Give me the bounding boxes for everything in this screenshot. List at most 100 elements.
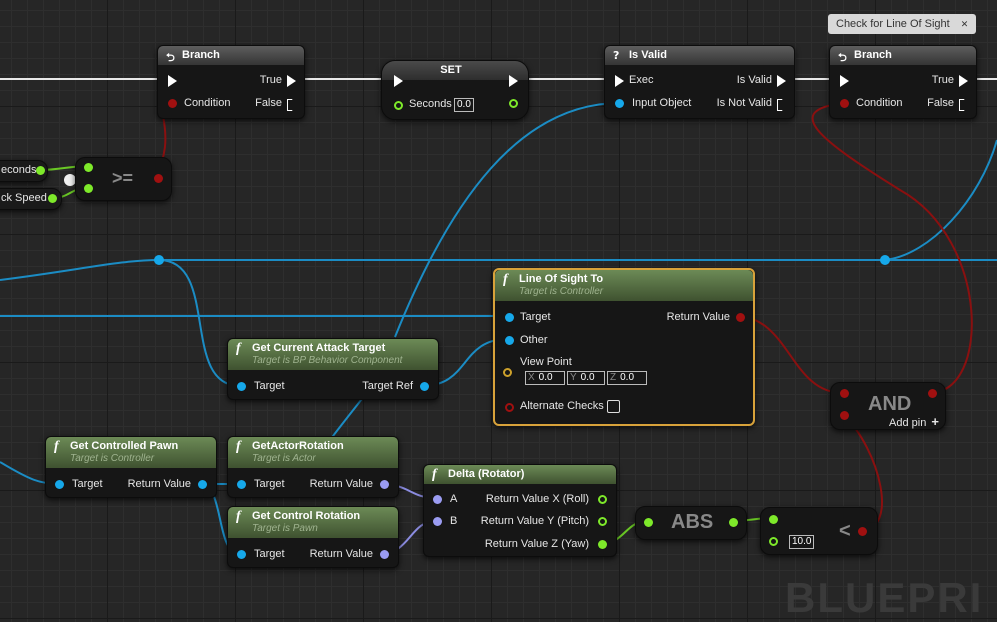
output-pin[interactable] — [729, 518, 738, 527]
and-node[interactable]: AND Add pin + — [830, 382, 946, 430]
exec-in-pin[interactable] — [615, 75, 624, 87]
add-pin-button[interactable]: Add pin + — [889, 414, 939, 429]
exec-in-pin[interactable] — [168, 75, 177, 87]
condition-pin[interactable] — [168, 99, 177, 108]
target-pin[interactable] — [237, 550, 246, 559]
condition-label: Condition — [856, 97, 903, 109]
target-pin[interactable] — [55, 480, 64, 489]
is-valid-exec-pin[interactable] — [777, 75, 786, 87]
return-value-pin[interactable] — [380, 480, 389, 489]
target-label: Target — [520, 311, 551, 323]
b-pin[interactable] — [840, 411, 849, 420]
roll-pin[interactable] — [598, 495, 607, 504]
b-pin[interactable] — [433, 517, 442, 526]
return-value-pin[interactable] — [198, 480, 207, 489]
input-pin[interactable] — [644, 518, 653, 527]
target-pin[interactable] — [505, 313, 514, 322]
condition-label: Condition — [184, 97, 231, 109]
result-pin[interactable] — [928, 389, 937, 398]
view-point-z-input[interactable]: Z 0.0 — [607, 371, 647, 385]
node-title: Get Controlled Pawn — [70, 440, 179, 452]
seconds-out-pin[interactable] — [36, 166, 45, 175]
view-point-label: View Point — [520, 356, 572, 368]
y-value: 0.0 — [580, 372, 595, 383]
alternate-checks-pin[interactable] — [505, 403, 514, 412]
exec-in-pin[interactable] — [394, 75, 403, 87]
seconds-value-input[interactable]: 0.0 — [454, 98, 474, 112]
seconds-variable-node[interactable]: econds — [0, 160, 48, 182]
a-pin[interactable] — [433, 495, 442, 504]
get-control-rotation-node[interactable]: f Get Control Rotation Target is Pawn Ta… — [227, 506, 399, 568]
less-than-node[interactable]: 10.0 < — [760, 507, 878, 555]
b-pin[interactable] — [769, 537, 778, 546]
return-value-label: Return Value — [309, 548, 373, 560]
condition-pin[interactable] — [840, 99, 849, 108]
a-pin[interactable] — [840, 389, 849, 398]
axis-y-label: Y — [570, 372, 577, 383]
node-title: Line Of Sight To — [519, 273, 604, 285]
attack-speed-variable-node[interactable]: ck Speed — [0, 188, 62, 210]
return-value-pin[interactable] — [380, 550, 389, 559]
result-pin[interactable] — [858, 527, 867, 536]
branch-node-2[interactable]: ⮌ Branch True Condition False — [829, 45, 977, 119]
set-node[interactable]: SET Seconds 0.0 — [381, 60, 529, 120]
input-object-pin[interactable] — [615, 99, 624, 108]
is-not-valid-exec-pin[interactable] — [777, 99, 786, 111]
a-pin[interactable] — [769, 515, 778, 524]
false-label: False — [255, 97, 282, 109]
function-icon: f — [236, 439, 241, 454]
result-pin[interactable] — [154, 174, 163, 183]
return-value-pin[interactable] — [736, 313, 745, 322]
abs-node[interactable]: ABS — [635, 506, 747, 540]
true-exec-pin[interactable] — [287, 75, 296, 87]
target-label: Target — [254, 548, 285, 560]
seconds-pin[interactable] — [394, 101, 403, 110]
line-of-sight-header: f Line Of Sight To Target is Controller — [495, 270, 753, 301]
get-controlled-pawn-node[interactable]: f Get Controlled Pawn Target is Controll… — [45, 436, 217, 498]
target-label: Target — [72, 478, 103, 490]
seconds-out-pin[interactable] — [509, 99, 518, 108]
view-point-y-input[interactable]: Y 0.0 — [567, 371, 605, 385]
get-current-attack-target-node[interactable]: f Get Current Attack Target Target is BP… — [227, 338, 439, 400]
return-value-label: Return Value — [309, 478, 373, 490]
pitch-pin[interactable] — [598, 517, 607, 526]
branch-header: ⮌ Branch — [158, 46, 304, 65]
false-exec-pin[interactable] — [959, 99, 968, 111]
branch-node[interactable]: ⮌ Branch True Condition False — [157, 45, 305, 119]
b-value-input[interactable]: 10.0 — [789, 535, 815, 549]
node-title: Branch — [182, 49, 220, 61]
line-of-sight-node[interactable]: f Line Of Sight To Target is Controller … — [493, 268, 755, 426]
get-actor-rotation-node[interactable]: f GetActorRotation Target is Actor Targe… — [227, 436, 399, 498]
operator-label: >= — [112, 168, 134, 188]
is-valid-header: ? Is Valid — [605, 46, 794, 65]
false-exec-pin[interactable] — [287, 99, 296, 111]
target-pin[interactable] — [237, 382, 246, 391]
exec-out-pin[interactable] — [509, 75, 518, 87]
b-pin[interactable] — [84, 184, 93, 193]
a-pin[interactable] — [84, 163, 93, 172]
yaw-label: Return Value Z (Yaw) — [484, 538, 589, 550]
comment-bubble[interactable]: Check for Line Of Sight ✕ — [828, 14, 977, 34]
delta-rotator-node[interactable]: f Delta (Rotator) A Return Value X (Roll… — [423, 464, 617, 557]
exec-in-pin[interactable] — [840, 75, 849, 87]
control-rotation-header: f Get Control Rotation Target is Pawn — [228, 507, 398, 538]
target-pin[interactable] — [237, 480, 246, 489]
close-icon[interactable]: ✕ — [961, 19, 969, 29]
node-title: Branch — [854, 49, 892, 61]
view-point-x-input[interactable]: X 0.0 — [525, 371, 565, 385]
yaw-pin[interactable] — [598, 540, 607, 549]
is-not-valid-label: Is Not Valid — [716, 97, 772, 109]
target-label: Target — [254, 380, 285, 392]
view-point-pin[interactable] — [503, 368, 512, 377]
speed-out-pin[interactable] — [48, 194, 57, 203]
is-valid-node[interactable]: ? Is Valid Exec Is Valid Input Object Is… — [604, 45, 795, 119]
true-exec-pin[interactable] — [959, 75, 968, 87]
target-ref-pin[interactable] — [420, 382, 429, 391]
input-object-label: Input Object — [632, 97, 692, 109]
seconds-label: Seconds — [409, 98, 452, 110]
greater-equal-node[interactable]: >= — [75, 157, 172, 201]
alternate-checks-checkbox[interactable] — [607, 400, 620, 413]
other-pin[interactable] — [505, 336, 514, 345]
node-subtitle: Target is Controller — [70, 453, 155, 464]
x-value: 0.0 — [538, 372, 553, 383]
